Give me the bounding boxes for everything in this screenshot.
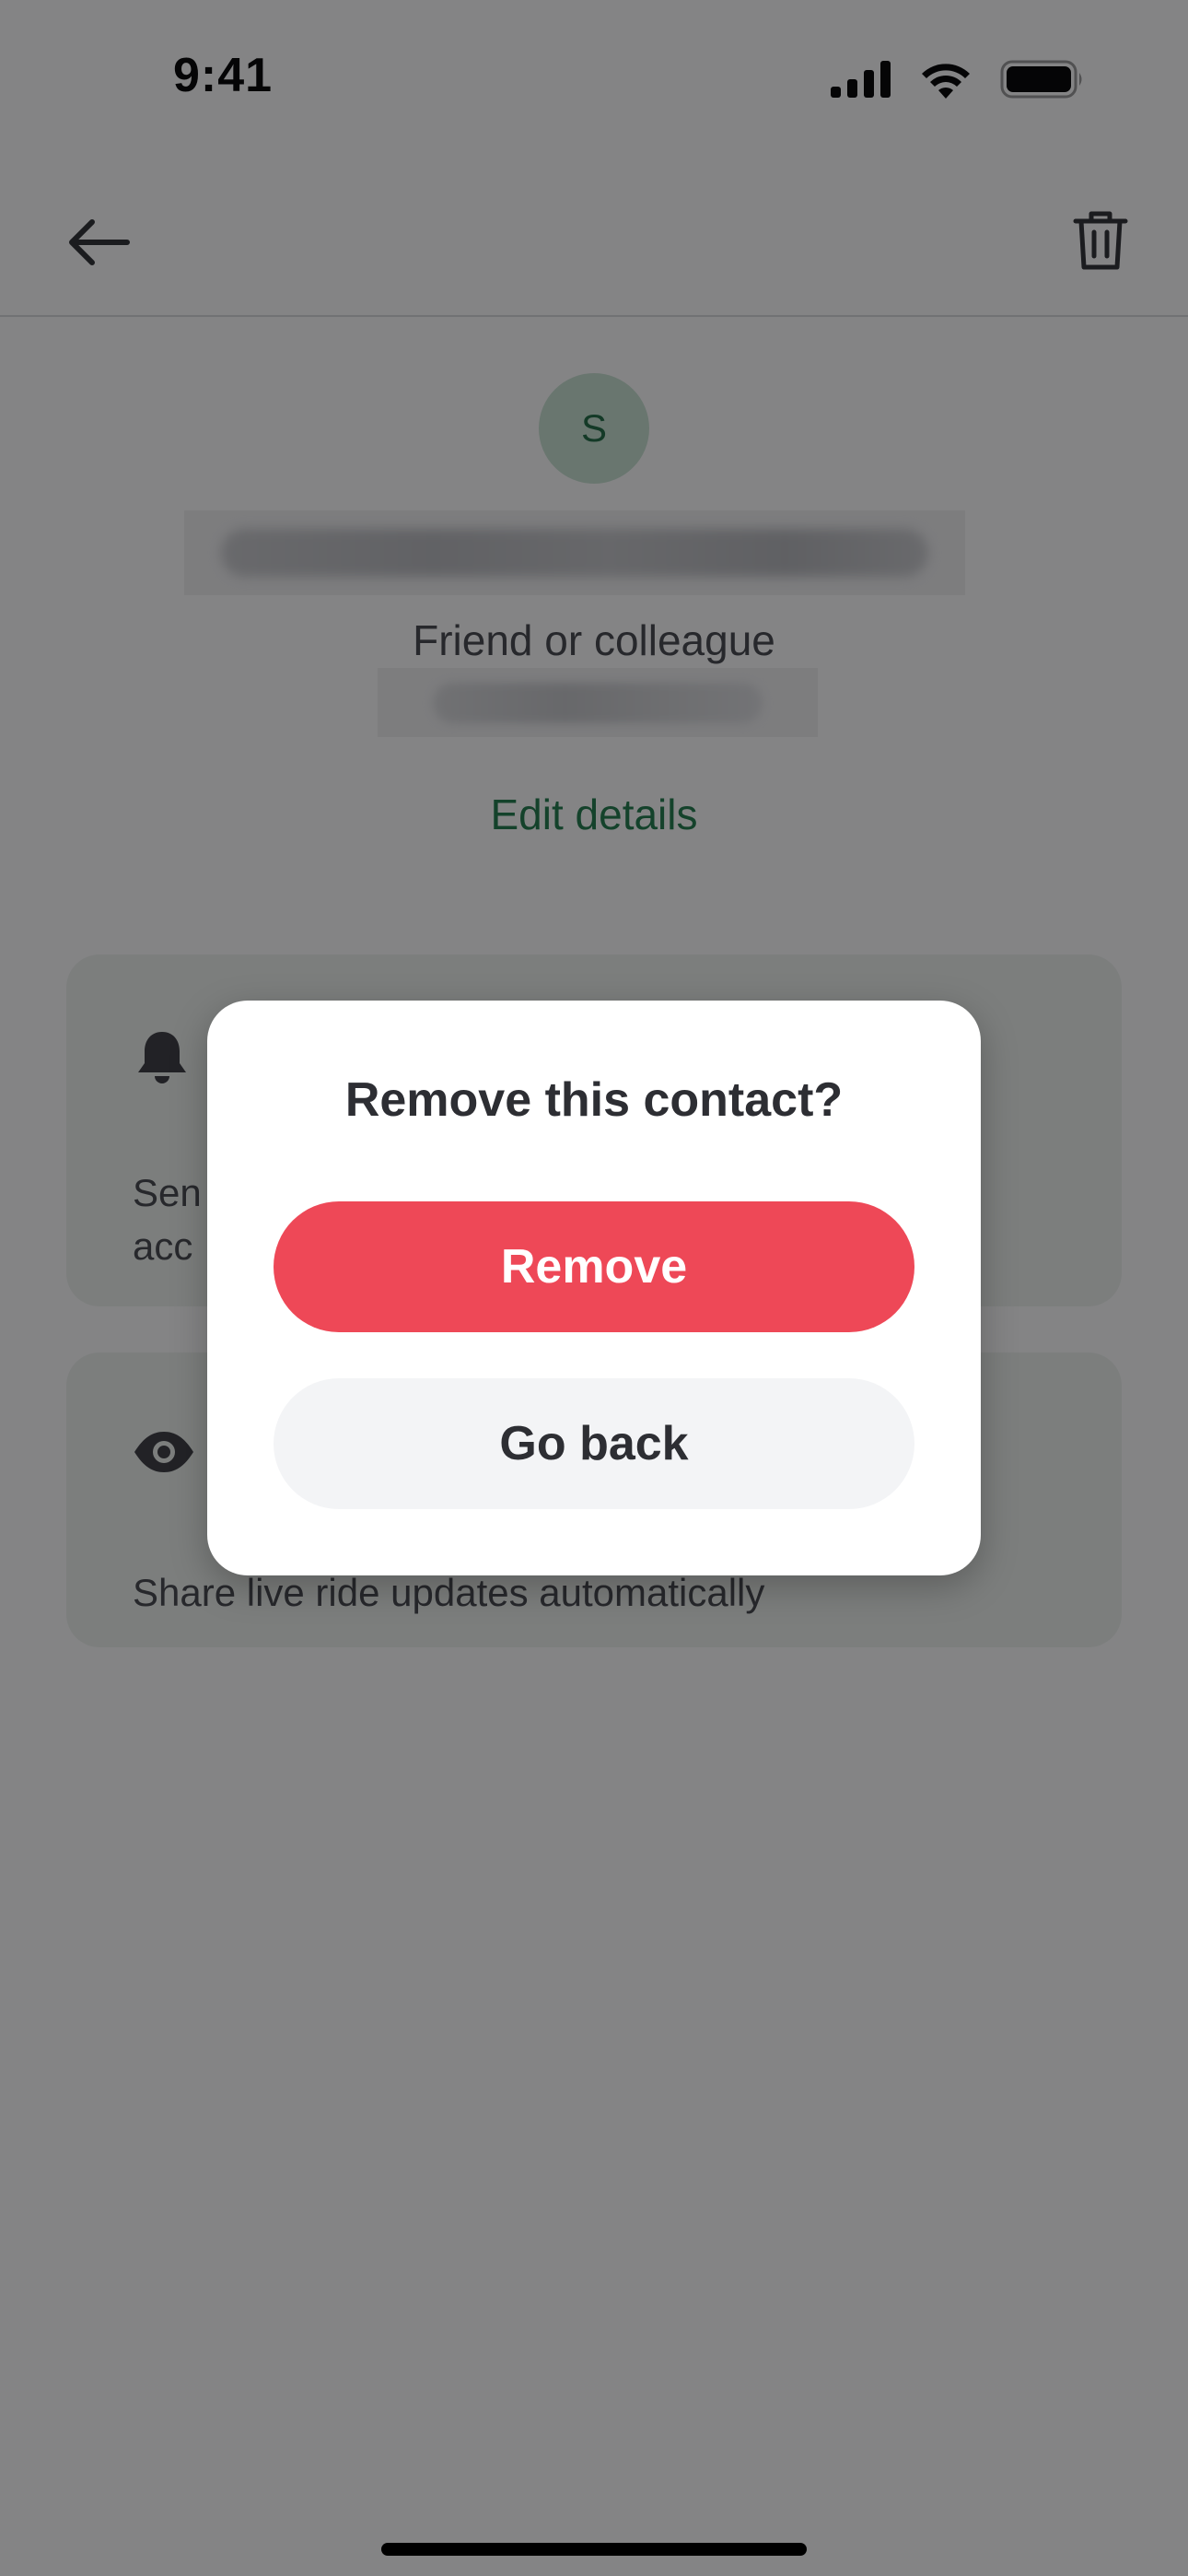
go-back-button[interactable]: Go back bbox=[274, 1378, 914, 1509]
dialog-title: Remove this contact? bbox=[344, 1073, 844, 1127]
remove-contact-dialog: Remove this contact? Remove Go back bbox=[207, 1001, 981, 1575]
home-indicator[interactable] bbox=[381, 2543, 807, 2556]
contact-detail-screen: 9:41 bbox=[0, 0, 1188, 2576]
remove-button[interactable]: Remove bbox=[274, 1201, 914, 1332]
